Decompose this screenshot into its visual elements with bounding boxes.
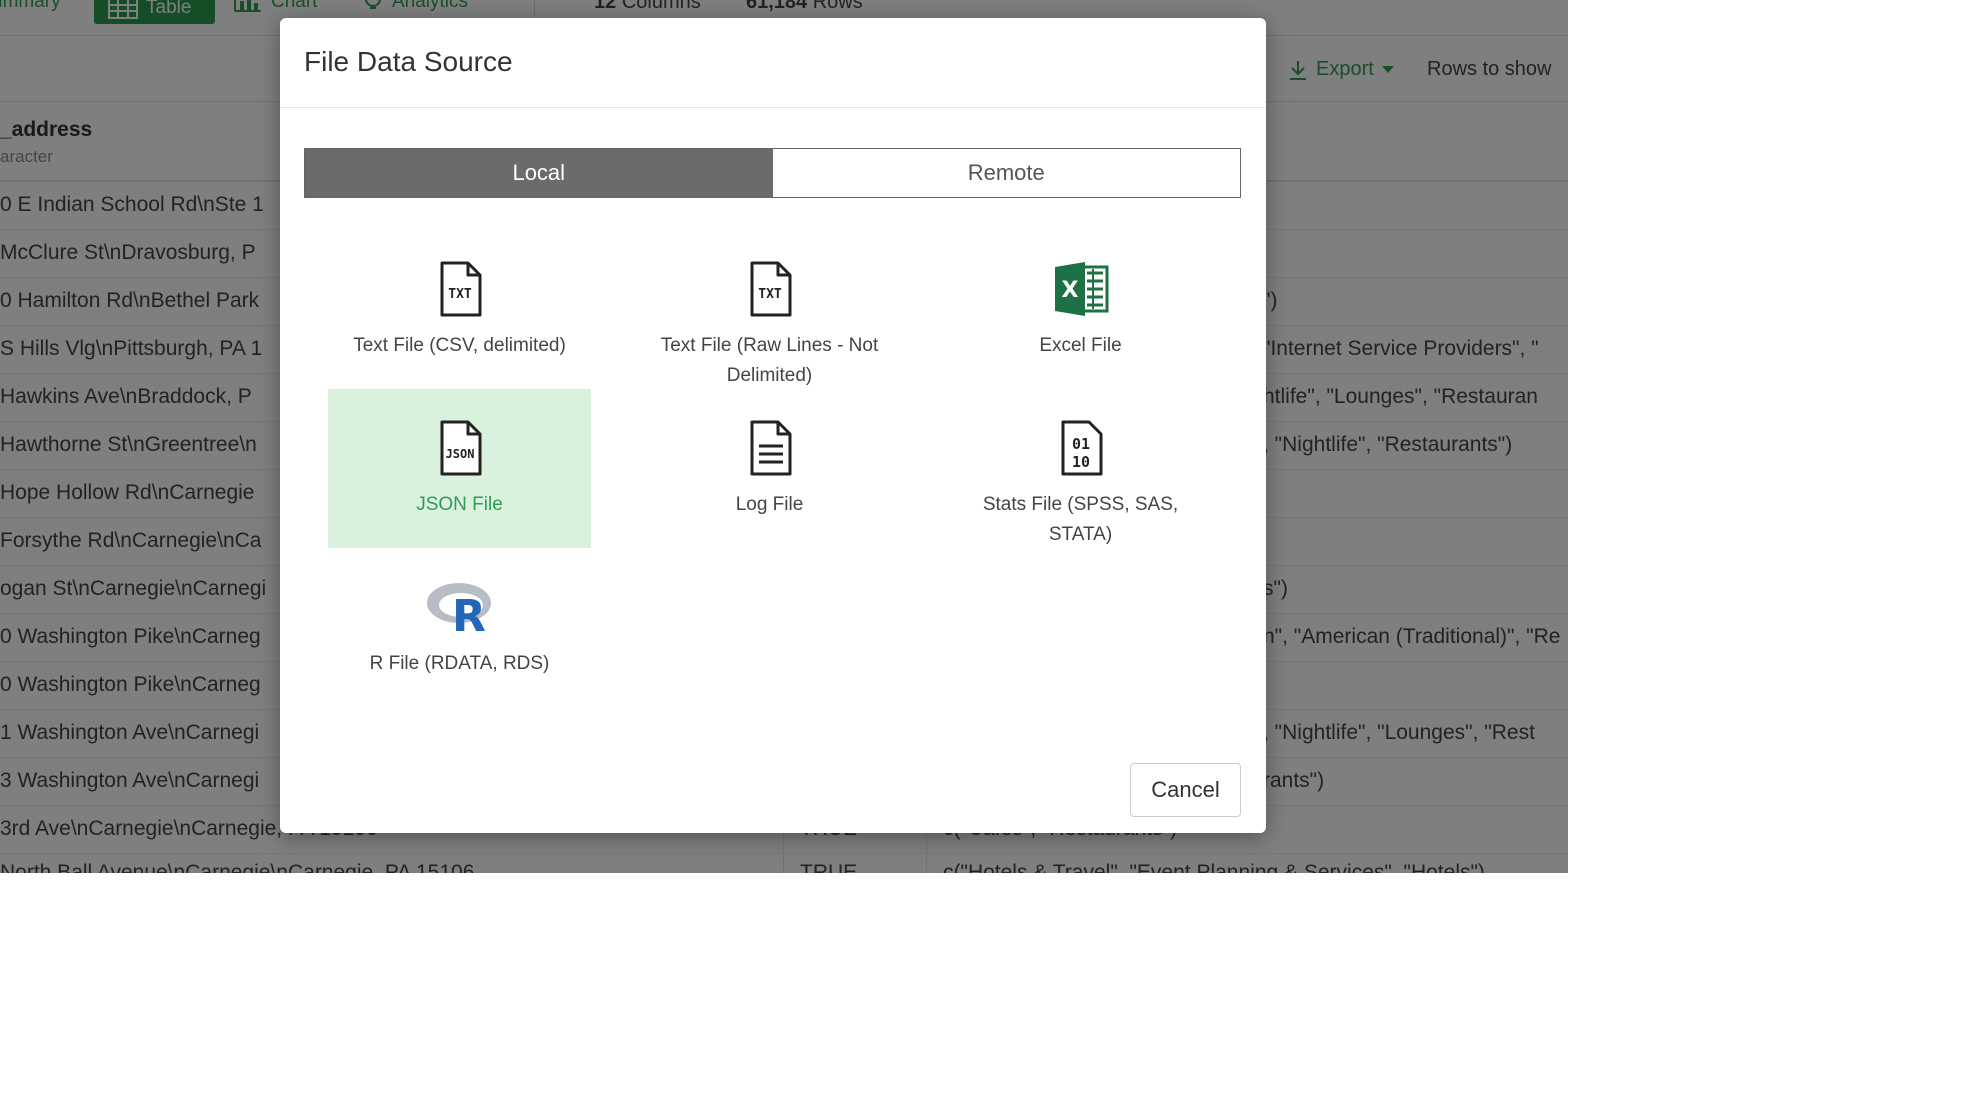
svg-text:10: 10 [1071,453,1089,471]
json-file-icon: JSON [440,420,481,476]
source-excel[interactable]: X Excel File [949,230,1212,389]
source-text-csv[interactable]: TXT Text File (CSV, delimited) [328,230,591,389]
source-log[interactable]: Log File [638,389,901,548]
svg-text:X: X [1061,278,1078,303]
source-label: Log File [735,494,804,515]
svg-text:R: R [452,591,486,635]
source-stats[interactable]: 01 10 Stats File (SPSS, SAS, STATA) [949,389,1212,548]
txt-file-icon: TXT [440,261,481,317]
source-location-toggle: Local Remote [304,148,1241,198]
cancel-button[interactable]: Cancel [1130,763,1241,817]
svg-text:TXT: TXT [758,287,782,302]
svg-text:01: 01 [1071,435,1089,453]
svg-text:TXT: TXT [448,287,472,302]
source-label: R File (RDATA, RDS) [369,653,550,674]
dialog-title: File Data Source [304,46,513,77]
r-logo-icon: R [426,583,491,635]
source-label: Stats File (SPSS, SAS, STATA) [982,494,1179,545]
source-label: JSON File [416,494,503,515]
source-json[interactable]: JSON JSON File [328,389,591,548]
source-text-raw-lines[interactable]: TXT Text File (Raw Lines - Not Delimited… [638,230,901,389]
dialog-header: File Data Source [280,18,1266,108]
excel-icon: X [1054,262,1108,316]
file-data-source-dialog: File Data Source Local Remote TXT Text F… [280,18,1266,833]
tab-local[interactable]: Local [305,149,773,197]
source-label: Excel File [1039,335,1122,356]
source-label: Text File (CSV, delimited) [353,335,566,356]
tab-remote[interactable]: Remote [772,149,1240,197]
source-r-file[interactable]: R R File (RDATA, RDS) [328,548,591,707]
svg-text:JSON: JSON [445,447,474,461]
binary-file-icon: 01 10 [1061,420,1102,476]
txt-file-icon: TXT [750,261,791,317]
source-label: Text File (Raw Lines - Not Delimited) [660,335,879,386]
log-file-icon [750,420,791,476]
